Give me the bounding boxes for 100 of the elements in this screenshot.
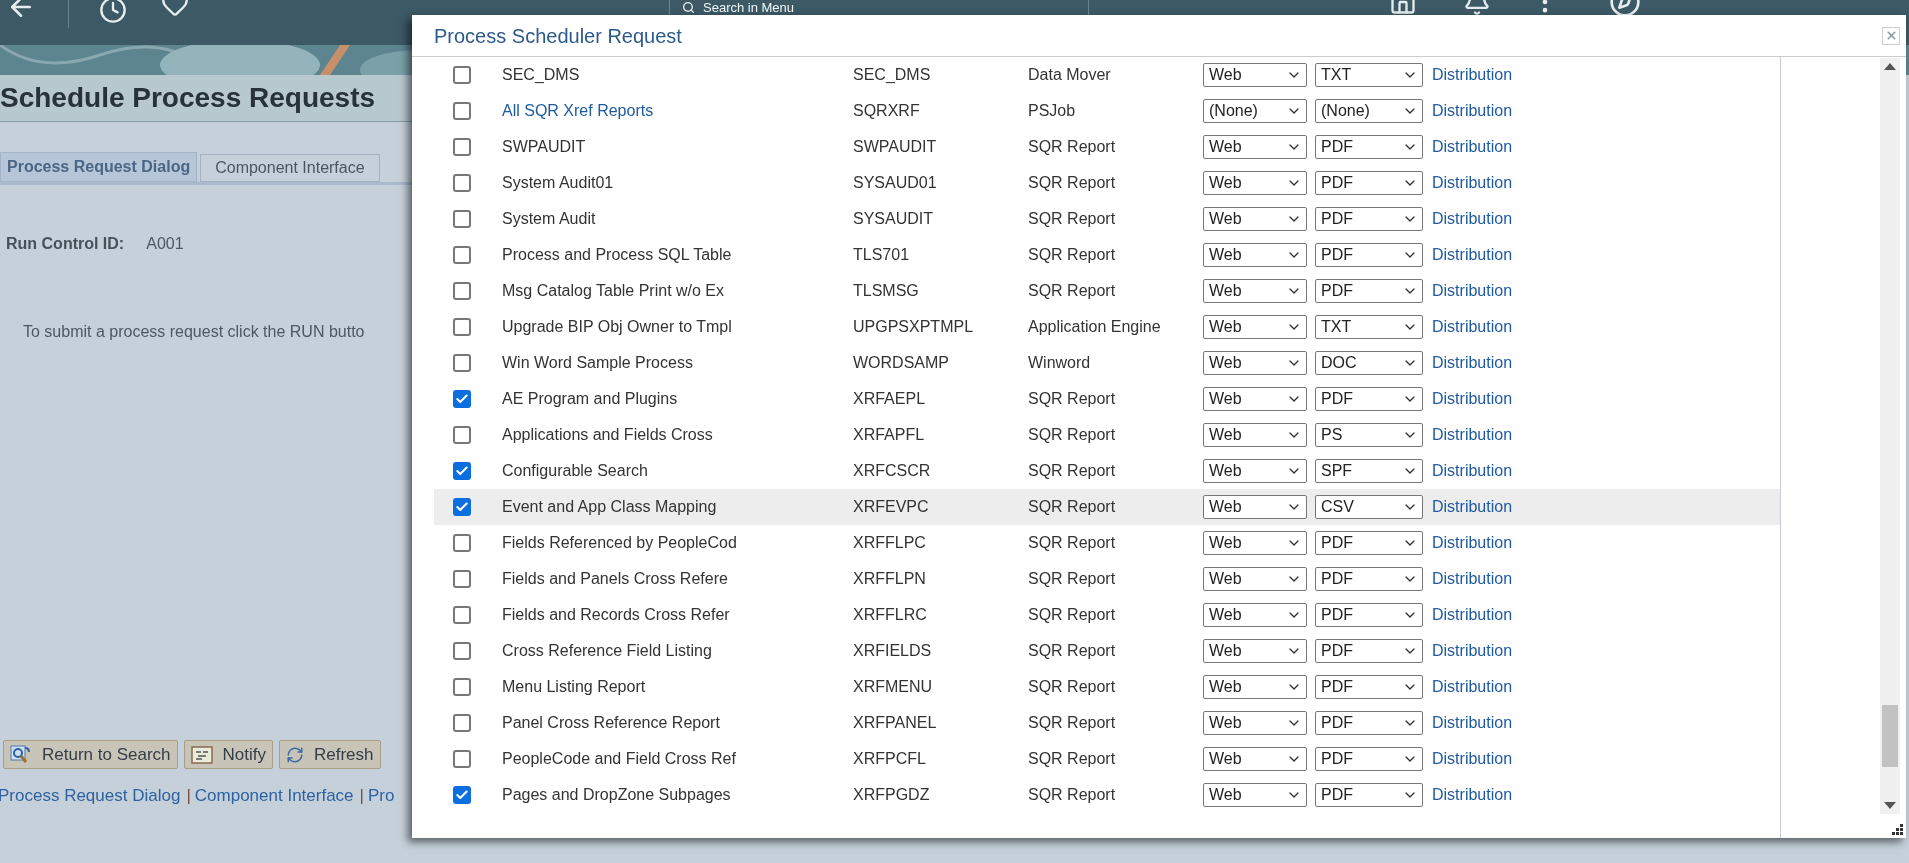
output-format-dropdown[interactable]: PDF [1315, 675, 1423, 699]
output-format-dropdown[interactable]: TXT [1315, 315, 1423, 339]
toolbar-button[interactable]: Return to Search [3, 740, 178, 769]
checkbox[interactable] [453, 246, 471, 264]
output-type-dropdown[interactable]: Web [1203, 351, 1307, 375]
output-format-dropdown[interactable]: PDF [1315, 279, 1423, 303]
output-format-dropdown[interactable]: PS [1315, 423, 1423, 447]
output-format-dropdown[interactable]: PDF [1315, 387, 1423, 411]
output-type-dropdown[interactable]: Web [1203, 783, 1307, 807]
output-type-dropdown[interactable]: Web [1203, 279, 1307, 303]
distribution-link[interactable]: Distribution [1432, 711, 1513, 735]
output-format-dropdown[interactable]: SPF [1315, 459, 1423, 483]
scroll-up-icon[interactable] [1884, 62, 1896, 70]
output-format-dropdown[interactable]: (None) [1315, 99, 1423, 123]
checkbox[interactable] [453, 354, 471, 372]
checkbox[interactable] [453, 534, 471, 552]
tab[interactable]: Component Interface [200, 154, 380, 182]
output-type-dropdown[interactable]: Web [1203, 495, 1307, 519]
output-type-dropdown[interactable]: Web [1203, 171, 1307, 195]
output-format-dropdown[interactable]: PDF [1315, 567, 1423, 591]
checkbox[interactable] [453, 174, 471, 192]
distribution-link[interactable]: Distribution [1432, 207, 1513, 231]
output-format-dropdown[interactable]: DOC [1315, 351, 1423, 375]
checkbox[interactable] [453, 138, 471, 156]
description-link[interactable]: All SQR Xref Reports [502, 99, 853, 123]
scroll-down-icon[interactable] [1884, 802, 1896, 810]
footer-link[interactable]: Pro [368, 783, 395, 809]
resize-grip-icon[interactable] [1890, 822, 1904, 836]
checkbox[interactable] [453, 606, 471, 624]
output-type-dropdown[interactable]: Web [1203, 135, 1307, 159]
output-format-dropdown[interactable]: TXT [1315, 63, 1423, 87]
distribution-link[interactable]: Distribution [1432, 171, 1513, 195]
output-format-dropdown[interactable]: PDF [1315, 135, 1423, 159]
output-type-dropdown[interactable]: Web [1203, 63, 1307, 87]
output-type-dropdown[interactable]: Web [1203, 711, 1307, 735]
scrollbar[interactable] [1880, 58, 1900, 814]
distribution-link[interactable]: Distribution [1432, 495, 1513, 519]
output-type-dropdown[interactable]: Web [1203, 567, 1307, 591]
history-icon[interactable] [99, 0, 127, 24]
output-type-dropdown[interactable]: Web [1203, 531, 1307, 555]
footer-link[interactable]: Process Request Dialog [0, 783, 181, 809]
process-row[interactable]: Event and App Class Mapping XRFEVPC SQR Report Web CSV Distribution [434, 489, 1780, 525]
checkbox[interactable] [453, 102, 471, 120]
output-format-dropdown[interactable]: PDF [1315, 171, 1423, 195]
scroll-thumb[interactable] [1882, 705, 1898, 767]
output-type-dropdown[interactable]: Web [1203, 423, 1307, 447]
distribution-link[interactable]: Distribution [1432, 603, 1513, 627]
toolbar-button[interactable]: Notify [183, 740, 273, 769]
output-type-dropdown[interactable]: Web [1203, 315, 1307, 339]
output-format-dropdown[interactable]: PDF [1315, 711, 1423, 735]
distribution-link[interactable]: Distribution [1432, 243, 1513, 267]
distribution-link[interactable]: Distribution [1432, 459, 1513, 483]
distribution-link[interactable]: Distribution [1432, 531, 1513, 555]
checkbox[interactable] [453, 66, 471, 84]
distribution-link[interactable]: Distribution [1432, 423, 1513, 447]
output-format-dropdown[interactable]: PDF [1315, 747, 1423, 771]
output-format-dropdown[interactable]: PDF [1315, 207, 1423, 231]
checkbox[interactable] [453, 462, 471, 480]
distribution-link[interactable]: Distribution [1432, 63, 1513, 87]
output-type-dropdown[interactable]: Web [1203, 675, 1307, 699]
checkbox[interactable] [453, 750, 471, 768]
output-type-dropdown[interactable]: Web [1203, 387, 1307, 411]
output-type-dropdown[interactable]: Web [1203, 603, 1307, 627]
distribution-link[interactable]: Distribution [1432, 351, 1513, 375]
output-type-dropdown[interactable]: Web [1203, 639, 1307, 663]
distribution-link[interactable]: Distribution [1432, 567, 1513, 591]
distribution-link[interactable]: Distribution [1432, 747, 1513, 771]
distribution-link[interactable]: Distribution [1432, 279, 1513, 303]
close-button[interactable] [1882, 26, 1900, 45]
toolbar-button[interactable]: Refresh [279, 740, 381, 769]
output-type-dropdown[interactable]: Web [1203, 207, 1307, 231]
output-format-dropdown[interactable]: PDF [1315, 783, 1423, 807]
output-type-dropdown[interactable]: Web [1203, 459, 1307, 483]
distribution-link[interactable]: Distribution [1432, 135, 1513, 159]
distribution-link[interactable]: Distribution [1432, 315, 1513, 339]
checkbox[interactable] [453, 714, 471, 732]
checkbox[interactable] [453, 390, 471, 408]
checkbox[interactable] [453, 426, 471, 444]
checkbox[interactable] [453, 786, 471, 804]
output-format-dropdown[interactable]: PDF [1315, 603, 1423, 627]
output-format-dropdown[interactable]: PDF [1315, 243, 1423, 267]
checkbox[interactable] [453, 498, 471, 516]
checkbox[interactable] [453, 642, 471, 660]
checkbox[interactable] [453, 678, 471, 696]
checkbox[interactable] [453, 282, 471, 300]
distribution-link[interactable]: Distribution [1432, 639, 1513, 663]
checkbox[interactable] [453, 210, 471, 228]
distribution-link[interactable]: Distribution [1432, 783, 1513, 807]
output-format-dropdown[interactable]: CSV [1315, 495, 1423, 519]
distribution-link[interactable]: Distribution [1432, 387, 1513, 411]
checkbox[interactable] [453, 570, 471, 588]
output-format-dropdown[interactable]: PDF [1315, 639, 1423, 663]
output-format-dropdown[interactable]: PDF [1315, 531, 1423, 555]
output-type-dropdown[interactable]: Web [1203, 747, 1307, 771]
distribution-link[interactable]: Distribution [1432, 99, 1513, 123]
checkbox[interactable] [453, 318, 471, 336]
output-type-dropdown[interactable]: (None) [1203, 99, 1307, 123]
footer-link[interactable]: Component Interface [194, 783, 354, 809]
output-type-dropdown[interactable]: Web [1203, 243, 1307, 267]
distribution-link[interactable]: Distribution [1432, 675, 1513, 699]
